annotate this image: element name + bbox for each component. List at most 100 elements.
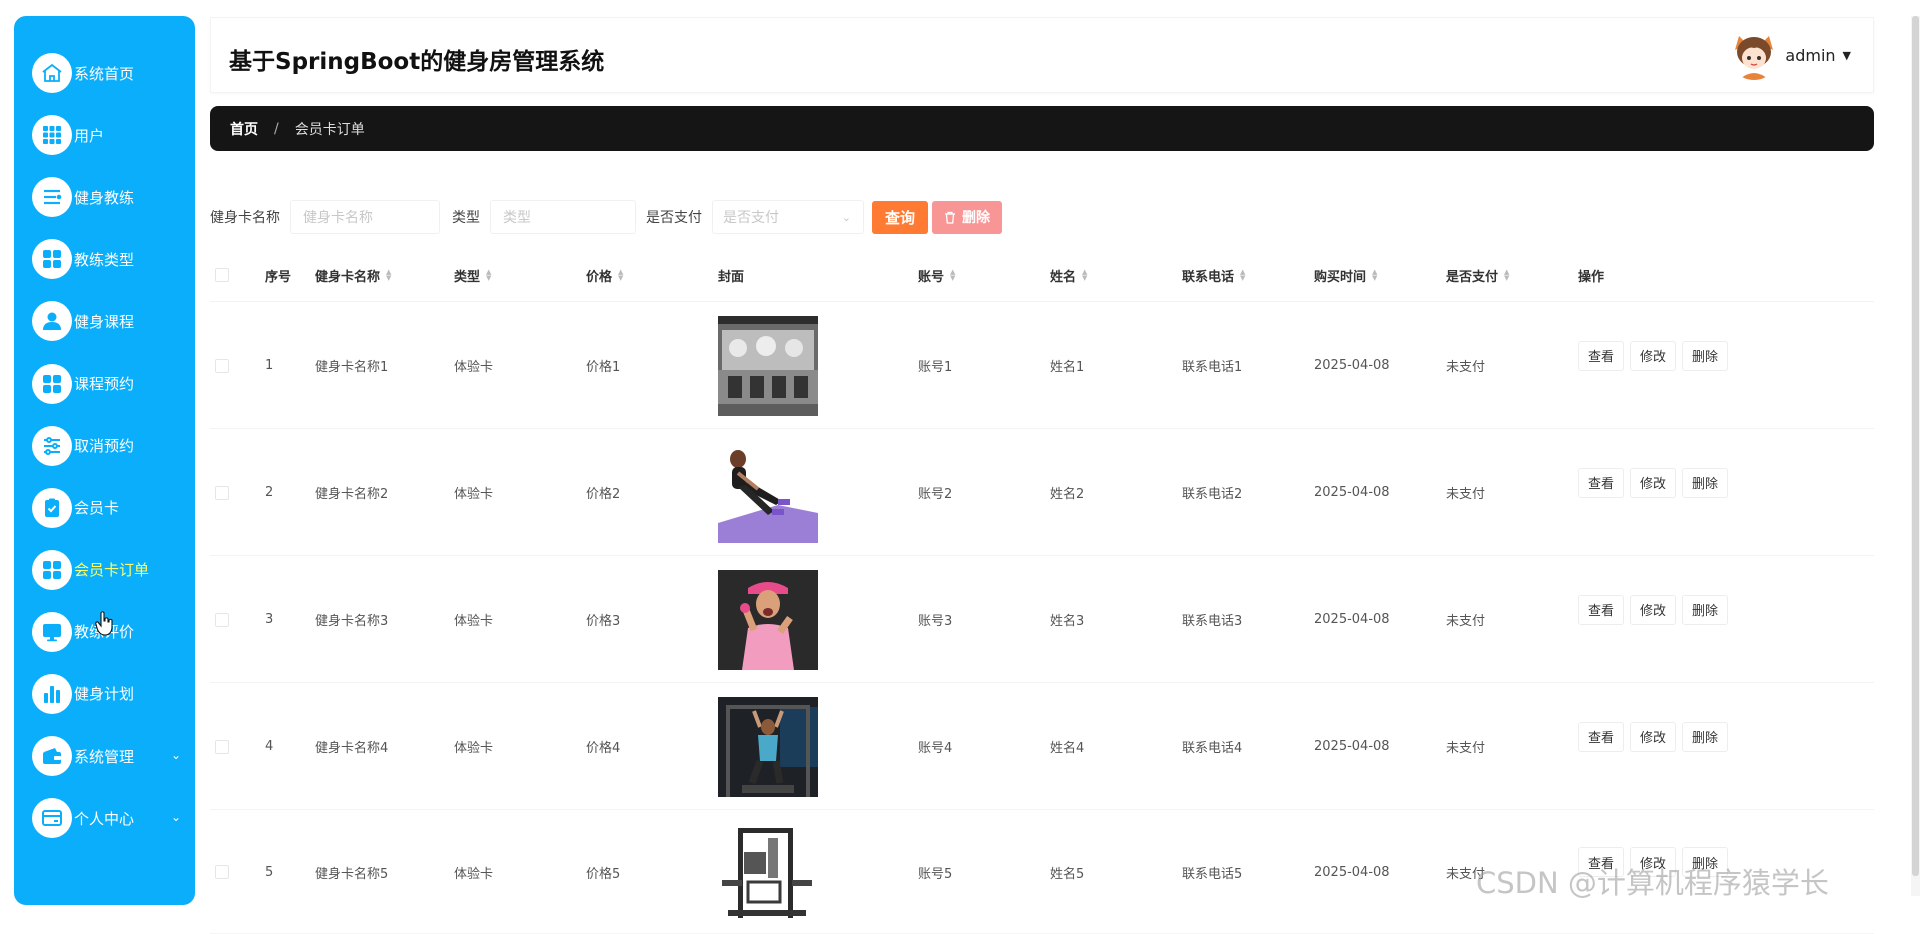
page-scrollbar[interactable] <box>1911 16 1920 896</box>
cell-cover <box>718 810 818 934</box>
sort-icon[interactable]: ▲ ▼ <box>950 269 955 282</box>
chevron-down-icon[interactable]: ⌄ <box>171 748 181 762</box>
card-name-label: 健身卡名称 <box>210 210 280 226</box>
view-button[interactable]: 查看 <box>1578 594 1625 625</box>
cell-paid: 未支付 <box>1446 614 1486 629</box>
sidebar-item-coaches[interactable]: 健身教练 <box>14 166 195 228</box>
sidebar-item-personal-center[interactable]: 个人中心 ⌄ <box>14 787 195 849</box>
column-header[interactable]: 价格 ▲ ▼ <box>586 248 623 302</box>
column-header[interactable]: 是否支付 ▲ ▼ <box>1446 248 1509 302</box>
cell-type: 体验卡 <box>454 360 494 375</box>
row-checkbox[interactable] <box>215 485 229 500</box>
card-name-input[interactable] <box>290 200 440 234</box>
breadcrumb-separator: / <box>274 120 279 137</box>
delete-button[interactable]: 删除 <box>1682 340 1729 371</box>
sort-icon[interactable]: ▲ ▼ <box>1372 269 1377 282</box>
batch-delete-button[interactable]: 删除 <box>932 200 1002 234</box>
sidebar-item-courses[interactable]: 健身课程 <box>14 290 195 352</box>
cell-no: 2 <box>265 485 274 500</box>
sidebar-item-label: 会员卡 <box>74 499 120 518</box>
breadcrumb-home[interactable]: 首页 <box>230 119 258 139</box>
edit-button[interactable]: 修改 <box>1630 721 1677 752</box>
sidebar-item-home[interactable]: 系统首页 <box>14 42 195 104</box>
cell-account: 账号4 <box>918 741 953 756</box>
cell-phone: 联系电话3 <box>1182 614 1243 629</box>
column-header[interactable]: 联系电话 ▲ ▼ <box>1182 248 1245 302</box>
sidebar-item-system-management[interactable]: 系统管理 ⌄ <box>14 725 195 787</box>
edit-button[interactable]: 修改 <box>1630 594 1677 625</box>
view-button[interactable]: 查看 <box>1578 467 1625 498</box>
row-checkbox[interactable] <box>215 865 229 879</box>
delete-button[interactable]: 删除 <box>1682 721 1729 752</box>
paid-select[interactable]: 是否支付 ⌄ <box>712 200 864 234</box>
cell-price: 价格4 <box>586 741 621 756</box>
cover-image <box>718 315 818 416</box>
type-input[interactable] <box>490 200 636 234</box>
cell-name: 姓名1 <box>1050 360 1085 375</box>
column-header[interactable]: 账号 ▲ ▼ <box>918 248 955 302</box>
row-checkbox[interactable] <box>215 739 229 754</box>
select-all-checkbox[interactable] <box>215 268 229 282</box>
sidebar-item-course-booking[interactable]: 课程预约 <box>14 352 195 414</box>
cell-phone: 联系电话5 <box>1182 866 1243 882</box>
sidebar-item-label: 健身教练 <box>74 188 135 207</box>
sidebar: 系统首页 用户 健身教练 教练类型 健身课程 课程预约 取消预约 会员卡 会员卡… <box>14 16 195 905</box>
sidebar-item-label: 教练类型 <box>74 250 135 269</box>
row-checkbox[interactable] <box>215 612 229 627</box>
delete-button[interactable]: 删除 <box>1682 467 1729 498</box>
column-header: 封面 <box>718 269 745 285</box>
caret-down-icon[interactable]: ▼ <box>1843 49 1851 62</box>
sidebar-item-coach-types[interactable]: 教练类型 <box>14 228 195 290</box>
scrollbar-thumb[interactable] <box>1912 16 1919 876</box>
row-actions: 查看 修改 删除 <box>1578 292 1734 419</box>
cell-date: 2025-04-08 <box>1314 612 1390 627</box>
type-label: 类型 <box>452 210 480 226</box>
cell-account: 账号5 <box>918 866 953 882</box>
avatar[interactable] <box>1729 30 1780 80</box>
edit-button[interactable]: 修改 <box>1630 467 1677 498</box>
column-header: 序号 <box>265 269 292 285</box>
sidebar-item-card-orders[interactable]: 会员卡订单 <box>14 539 195 601</box>
table-row: 4 健身卡名称4 体验卡 价格4 账号4 姓名4 联系电话4 2025-04-0… <box>210 683 1874 810</box>
sidebar-item-fitness-plan[interactable]: 健身计划 <box>14 663 195 725</box>
cell-price: 价格2 <box>586 487 621 502</box>
watermark: CSDN @计算机程序猿学长 <box>1476 866 1829 900</box>
query-button[interactable]: 查询 <box>872 200 928 234</box>
column-header[interactable]: 类型 ▲ ▼ <box>454 248 491 302</box>
sort-icon[interactable]: ▲ ▼ <box>1504 269 1509 282</box>
sidebar-item-label: 系统首页 <box>74 64 135 83</box>
cell-phone: 联系电话4 <box>1182 741 1243 756</box>
cell-price: 价格5 <box>586 866 621 882</box>
row-actions: 查看 修改 删除 <box>1578 546 1734 673</box>
cell-account: 账号1 <box>918 360 953 375</box>
row-checkbox[interactable] <box>215 358 229 373</box>
sort-icon[interactable]: ▲ ▼ <box>618 269 623 282</box>
sort-icon[interactable]: ▲ ▼ <box>1082 269 1087 282</box>
sidebar-item-cancel-booking[interactable]: 取消预约 <box>14 415 195 477</box>
edit-button[interactable]: 修改 <box>1630 340 1677 371</box>
cell-paid: 未支付 <box>1446 741 1486 756</box>
column-header[interactable]: 购买时间 ▲ ▼ <box>1314 248 1377 302</box>
hand-cursor-icon <box>95 611 113 636</box>
view-button[interactable]: 查看 <box>1578 721 1625 752</box>
table-row: 1 健身卡名称1 体验卡 价格1 账号1 姓名1 联系电话1 2025-04-0… <box>210 302 1874 429</box>
username[interactable]: admin <box>1785 46 1835 65</box>
view-button[interactable]: 查看 <box>1578 340 1625 371</box>
chevron-down-icon[interactable]: ⌄ <box>171 810 181 824</box>
cell-cover <box>718 683 818 810</box>
cell-account: 账号3 <box>918 614 953 629</box>
row-actions: 查看 修改 删除 <box>1578 673 1734 800</box>
sidebar-item-label: 健身计划 <box>74 685 135 704</box>
sidebar-item-users[interactable]: 用户 <box>14 104 195 166</box>
delete-button[interactable]: 删除 <box>1682 594 1729 625</box>
sort-icon[interactable]: ▲ ▼ <box>486 269 491 282</box>
sort-icon[interactable]: ▲ ▼ <box>1240 269 1245 282</box>
sort-icon[interactable]: ▲ ▼ <box>386 269 391 282</box>
column-header[interactable]: 健身卡名称 ▲ ▼ <box>315 248 391 302</box>
cell-date: 2025-04-08 <box>1314 739 1390 754</box>
sidebar-item-membership-card[interactable]: 会员卡 <box>14 477 195 539</box>
column-header[interactable]: 姓名 ▲ ▼ <box>1050 248 1087 302</box>
cell-cover <box>718 429 818 556</box>
card-icon <box>32 798 72 839</box>
user-menu[interactable]: admin ▼ <box>1729 30 1851 80</box>
